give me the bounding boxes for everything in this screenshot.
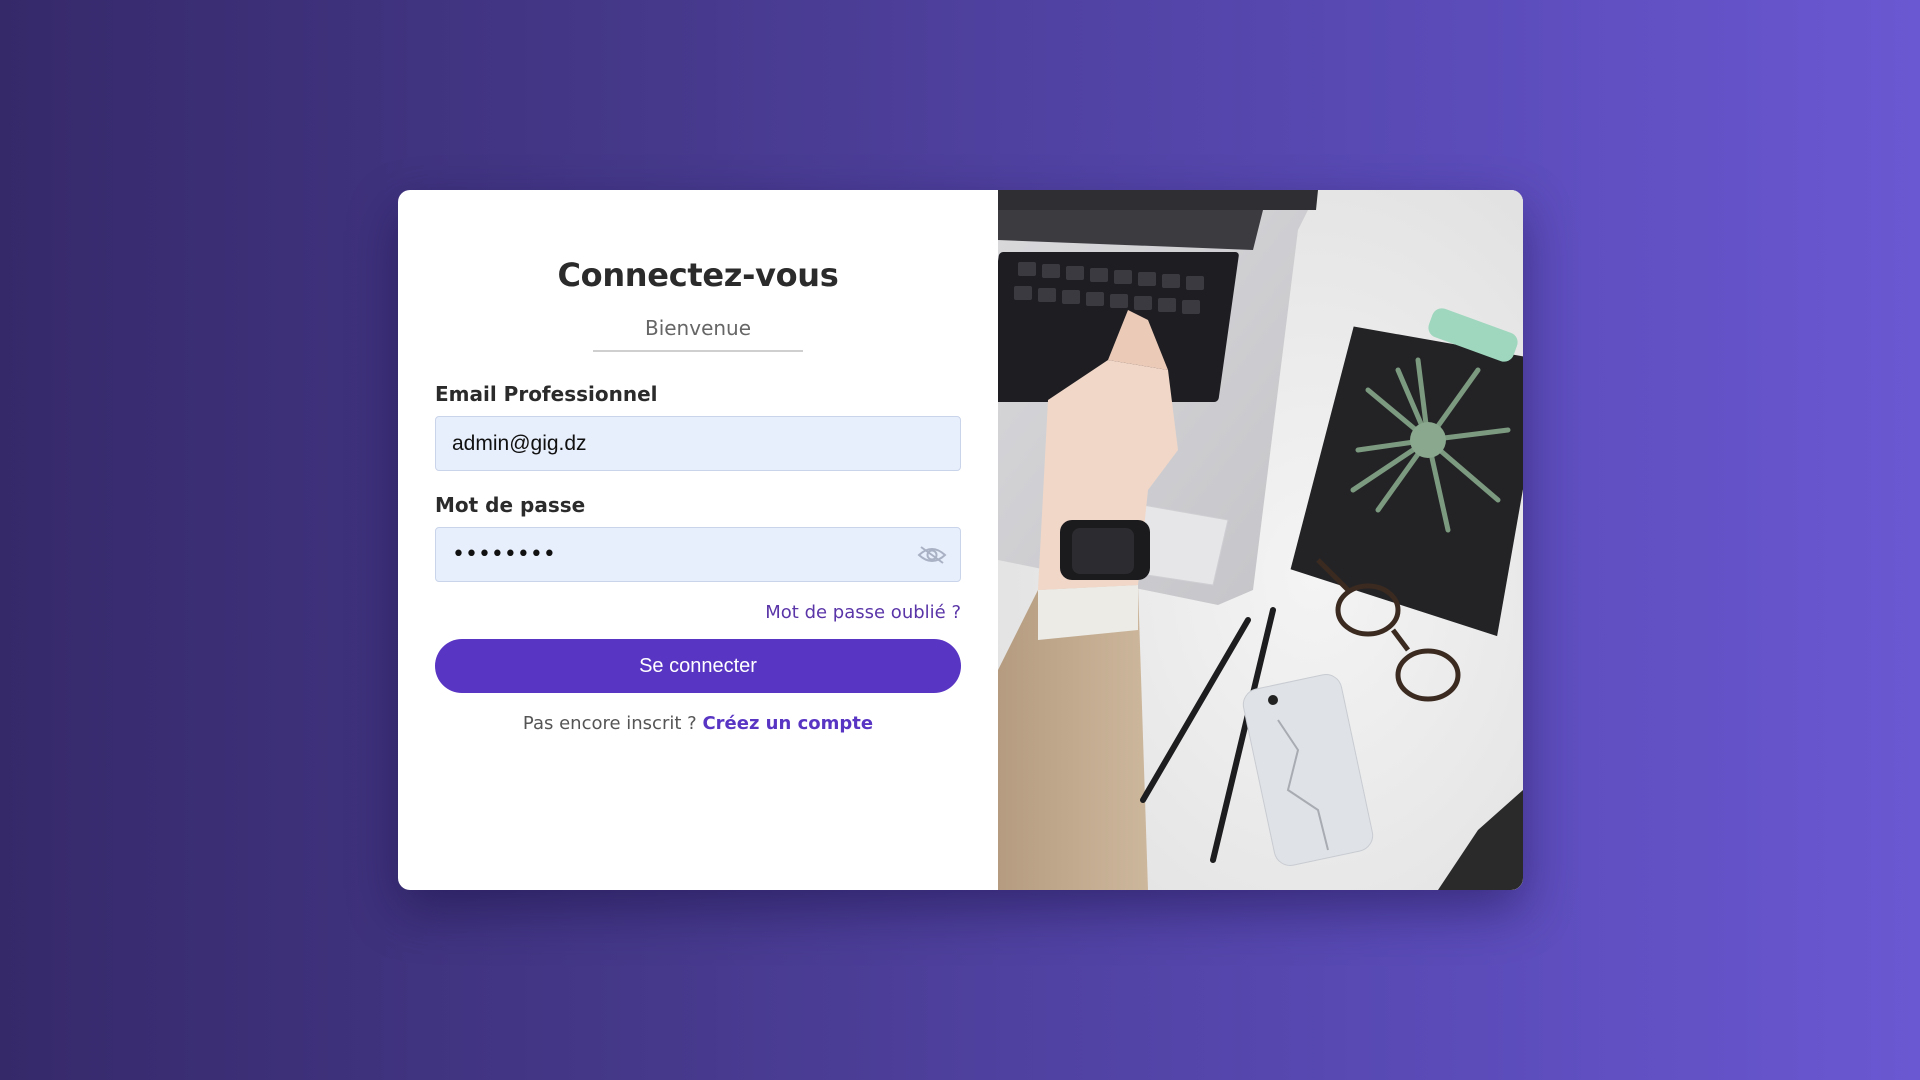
password-group: Mot de passe ••••••••	[435, 493, 961, 582]
forgot-password-link[interactable]: Mot de passe oublié ?	[765, 602, 961, 623]
subtitle-wrapper: Bienvenue	[435, 316, 961, 352]
signup-row: Pas encore inscrit ? Créez un compte	[435, 713, 961, 734]
login-card: Connectez-vous Bienvenue Email Professio…	[398, 190, 1523, 890]
signup-link[interactable]: Créez un compte	[702, 713, 873, 734]
workspace-photo	[998, 190, 1523, 890]
email-group: Email Professionnel admin@gig.dz	[435, 382, 961, 471]
email-value: admin@gig.dz	[452, 431, 587, 455]
password-field[interactable]: ••••••••	[435, 527, 961, 582]
signup-prompt: Pas encore inscrit ?	[522, 713, 697, 734]
eye-off-icon[interactable]	[914, 541, 950, 569]
subtitle: Bienvenue	[592, 316, 804, 352]
email-field[interactable]: admin@gig.dz	[435, 416, 961, 471]
workspace-illustration	[998, 190, 1523, 890]
forgot-row: Mot de passe oublié ?	[435, 602, 961, 623]
email-label: Email Professionnel	[435, 382, 658, 406]
password-value: ••••••••	[452, 542, 556, 567]
login-form: Connectez-vous Bienvenue Email Professio…	[398, 190, 998, 890]
page-title: Connectez-vous	[557, 256, 839, 294]
login-button[interactable]: Se connecter	[435, 639, 961, 693]
password-label: Mot de passe	[435, 493, 586, 517]
